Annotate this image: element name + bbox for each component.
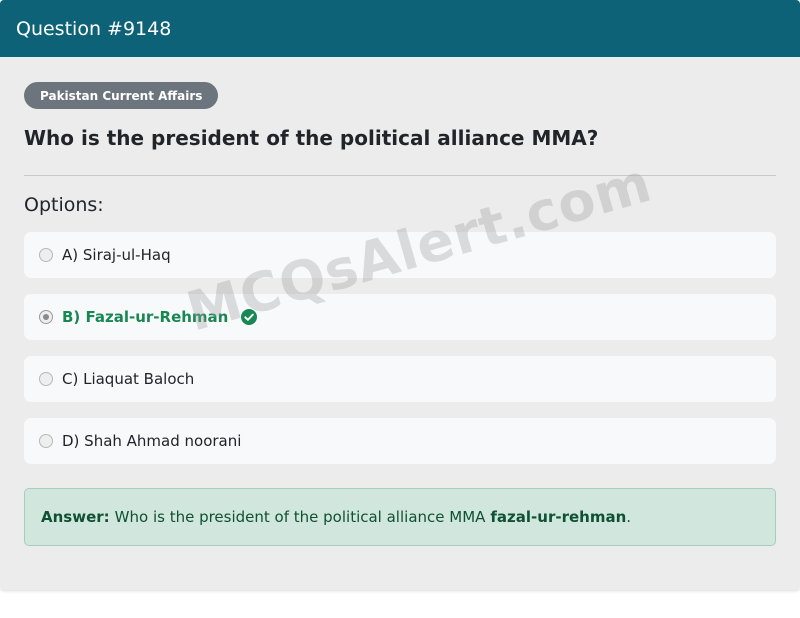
question-header: Question #9148 [0,0,800,57]
answer-box: Answer: Who is the president of the poli… [24,488,776,546]
question-card: Question #9148 Pakistan Current Affairs … [0,0,800,590]
radio-option-a[interactable] [39,248,53,262]
option-b[interactable]: B) Fazal-ur-Rehman [24,294,776,340]
answer-label: Answer: [41,508,110,526]
option-a[interactable]: A) Siraj-ul-Haq [24,232,776,278]
option-d[interactable]: D) Shah Ahmad noorani [24,418,776,464]
question-text: Who is the president of the political al… [24,126,599,150]
divider [24,175,776,176]
check-circle-icon [241,309,258,325]
option-b-label: B) Fazal-ur-Rehman [62,308,229,326]
option-c-label: C) Liaquat Baloch [62,370,195,388]
category-badge[interactable]: Pakistan Current Affairs [24,82,219,109]
answer-suffix: . [626,508,632,526]
options-label: Options: [24,194,104,216]
question-number-title: Question #9148 [16,17,172,40]
answer-text: Who is the president of the political al… [114,508,486,526]
option-d-label: D) Shah Ahmad noorani [62,432,242,450]
option-a-label: A) Siraj-ul-Haq [62,246,171,264]
radio-option-b[interactable] [39,310,53,324]
answer-key: fazal-ur-rehman [490,508,627,526]
radio-option-c[interactable] [39,372,53,386]
radio-option-d[interactable] [39,434,53,448]
option-c[interactable]: C) Liaquat Baloch [24,356,776,402]
